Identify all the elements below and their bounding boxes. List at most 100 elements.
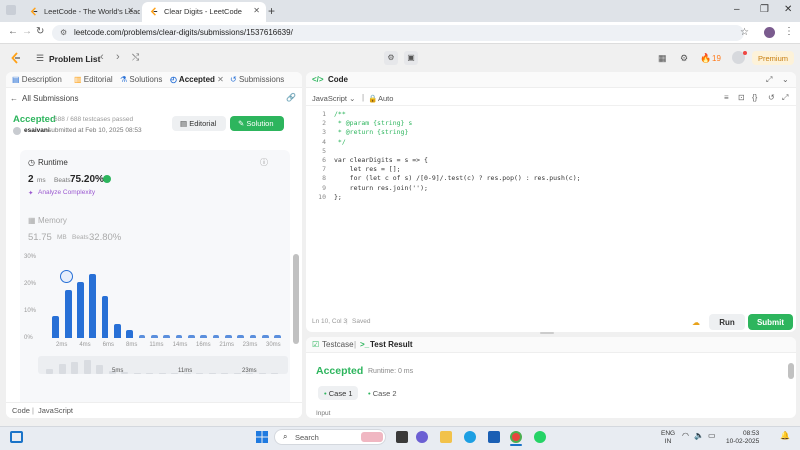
taskbar-search[interactable]: ⌕ Search xyxy=(274,429,386,445)
submitter-name[interactable]: esaivani xyxy=(24,127,50,134)
chart-bar[interactable] xyxy=(274,335,281,338)
chart-bar[interactable] xyxy=(224,335,232,338)
site-info-icon[interactable]: ⚙ xyxy=(60,28,67,37)
clock[interactable]: 08:53 10-02-2025 xyxy=(726,430,759,446)
chart-bar[interactable] xyxy=(52,315,60,338)
fullscreen-icon[interactable]: ⤢ xyxy=(782,93,788,103)
leetcode-logo[interactable] xyxy=(10,52,22,66)
chart-bar[interactable] xyxy=(150,335,158,338)
mini-label: 5ms xyxy=(112,368,124,374)
case-2-tab[interactable]: • Case 2 xyxy=(368,389,397,398)
premium-button[interactable]: Premium xyxy=(752,51,794,65)
chart-bar[interactable] xyxy=(77,282,84,338)
notes-icon[interactable]: ▣ xyxy=(404,51,418,65)
info-icon[interactable]: ⓘ xyxy=(260,157,268,168)
tab-test-result[interactable]: Test Result xyxy=(370,340,413,349)
close-tab-icon[interactable]: ✕ xyxy=(127,6,134,15)
tab-description[interactable]: ▤ Description xyxy=(12,75,62,84)
chart-bar[interactable] xyxy=(212,335,220,338)
file-explorer-icon[interactable] xyxy=(440,431,452,443)
bookmark-star-icon[interactable]: ☆ xyxy=(740,27,749,38)
tab-accepted[interactable]: ◴ Accepted ✕ xyxy=(170,75,224,84)
chart-bar[interactable] xyxy=(200,335,208,338)
whatsapp-icon[interactable] xyxy=(534,431,546,443)
run-button[interactable]: Run xyxy=(709,314,745,330)
chart-bar[interactable] xyxy=(261,335,269,338)
tab-menu-icon[interactable] xyxy=(6,5,16,15)
chrome-icon[interactable] xyxy=(510,431,522,443)
teams-icon[interactable] xyxy=(416,431,428,443)
tab-testcase[interactable]: Testcase xyxy=(322,340,354,349)
problem-list-link[interactable]: Problem List xyxy=(49,54,100,64)
chart-bar[interactable] xyxy=(249,335,257,338)
chart-bar[interactable] xyxy=(114,324,121,338)
close-window-icon[interactable]: ✕ xyxy=(784,4,792,15)
settings-gear-icon[interactable]: ⚙ xyxy=(680,53,688,64)
language-indicator[interactable]: ENG IN xyxy=(661,430,675,446)
chart-bar[interactable] xyxy=(89,273,97,338)
collapse-icon[interactable]: ⌄ xyxy=(782,75,789,84)
result-scrollbar[interactable] xyxy=(788,363,794,379)
debug-icon[interactable]: ⚙ xyxy=(384,51,398,65)
solution-button[interactable]: ✎ Solution xyxy=(230,116,284,131)
expand-icon[interactable]: ⤢ xyxy=(766,75,772,85)
close-tab-accepted-icon[interactable]: ✕ xyxy=(217,75,224,84)
url-input[interactable]: ⚙ leetcode.com/problems/clear-digits/sub… xyxy=(52,25,744,41)
maximize-icon[interactable]: ❐ xyxy=(760,4,769,15)
battery-icon[interactable]: ▭ xyxy=(708,431,716,440)
reset-icon[interactable]: ↺ xyxy=(768,93,775,102)
share-link-icon[interactable]: 🔗 xyxy=(286,93,296,102)
tab-submissions[interactable]: ↺ Submissions xyxy=(230,75,284,84)
browser-tab-clear-digits[interactable]: Clear Digits - LeetCode ✕ xyxy=(142,2,266,22)
edge-icon[interactable] xyxy=(464,431,476,443)
store-icon[interactable] xyxy=(488,431,500,443)
left-scrollbar[interactable] xyxy=(293,254,299,344)
code-area[interactable]: 1/** 2 * @param {string} s3 * @return {st… xyxy=(312,110,782,230)
windows-start-icon[interactable] xyxy=(256,431,268,445)
chart-bar[interactable] xyxy=(126,329,134,338)
language-select[interactable]: JavaScript ⌄ xyxy=(312,94,355,103)
case-1-tab[interactable]: • Case 1 xyxy=(318,386,358,400)
minimize-icon[interactable]: – xyxy=(734,4,740,15)
chart-bar[interactable] xyxy=(163,335,171,338)
back-arrow-icon[interactable]: ← xyxy=(10,94,18,103)
streak-count[interactable]: 19 xyxy=(712,54,721,63)
layout-grid-icon[interactable]: ▦ xyxy=(658,53,667,64)
bookmark-icon[interactable]: ⊡ xyxy=(738,93,745,102)
close-tab-icon[interactable]: ✕ xyxy=(253,6,260,15)
volume-icon[interactable]: 🔈 xyxy=(694,431,704,440)
analyze-complexity-link[interactable]: Analyze Complexity xyxy=(38,189,95,196)
chart-bar[interactable] xyxy=(175,335,183,338)
chart-bar[interactable] xyxy=(187,335,195,338)
forward-icon[interactable]: → xyxy=(22,26,32,37)
browser-tab-leetcode-home[interactable]: LeetCode - The World's Leadin ✕ xyxy=(22,2,140,22)
tab-solutions[interactable]: ⚗ Solutions xyxy=(120,75,162,84)
new-tab-icon[interactable]: + xyxy=(268,4,275,18)
task-view-icon[interactable] xyxy=(396,431,408,443)
prev-problem-icon[interactable]: ‹ xyxy=(100,51,104,63)
chart-bar[interactable] xyxy=(138,335,146,338)
auto-mode[interactable]: Auto xyxy=(378,94,393,103)
chart-bar[interactable] xyxy=(237,335,244,338)
next-problem-icon[interactable]: › xyxy=(116,51,120,63)
x-tick-label: 6ms xyxy=(102,342,114,348)
tab-editorial[interactable]: ▥ Editorial xyxy=(74,75,113,84)
braces-icon[interactable]: {} xyxy=(752,93,757,102)
resize-handle[interactable] xyxy=(540,332,554,334)
cloud-save-icon[interactable]: ☁ xyxy=(692,318,700,327)
format-icon[interactable]: ≡ xyxy=(724,93,729,102)
all-submissions-link[interactable]: All Submissions xyxy=(22,94,78,103)
chart-bar[interactable] xyxy=(101,296,109,338)
editorial-button[interactable]: ▤ Editorial xyxy=(172,116,226,131)
runtime-distribution-chart[interactable]: 30% 20% 10% 0% 2ms 4ms 6ms 8ms 11ms 14ms 16ms 2… xyxy=(20,254,290,418)
back-icon[interactable]: ← xyxy=(8,26,18,37)
reload-icon[interactable]: ↻ xyxy=(36,26,44,37)
submit-button[interactable]: Submit xyxy=(748,314,793,330)
wifi-icon[interactable]: ◠ xyxy=(682,431,689,440)
browser-menu-icon[interactable]: ⋮ xyxy=(784,26,794,37)
profile-avatar[interactable] xyxy=(764,27,775,38)
widgets-icon[interactable] xyxy=(10,431,23,443)
chart-bar[interactable] xyxy=(64,290,72,338)
notifications-bell-icon[interactable]: 🔔 xyxy=(780,431,790,440)
shuffle-icon[interactable]: ⤭ xyxy=(132,52,139,63)
